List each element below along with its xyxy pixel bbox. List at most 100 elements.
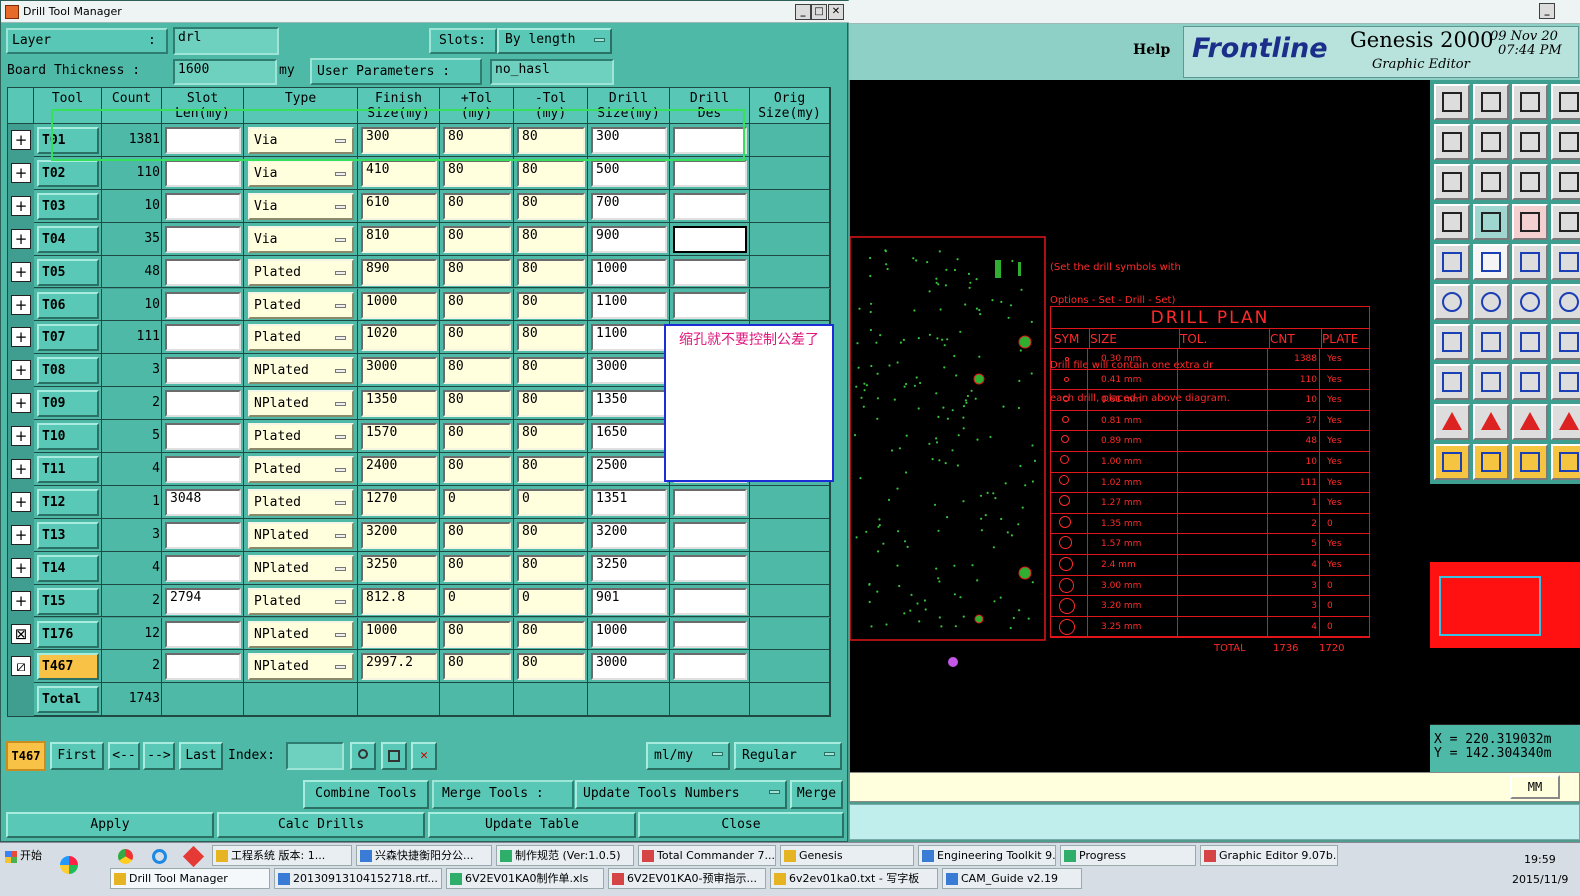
taskbar-button[interactable]: 6v2ev01ka0.txt - 写字板 — [770, 868, 938, 889]
grid-icon[interactable] — [1473, 204, 1509, 240]
plus-tol-input[interactable]: 80 — [443, 159, 511, 187]
clock-date[interactable]: 2015/11/9 — [1512, 870, 1568, 890]
chrome-icon[interactable] — [118, 849, 133, 864]
panel-icon[interactable] — [1551, 84, 1580, 120]
minus-tol-input[interactable]: 80 — [517, 159, 585, 187]
point-icon[interactable] — [1434, 364, 1470, 400]
minus-tol-input[interactable]: 80 — [517, 192, 585, 220]
slot-length-input[interactable] — [165, 554, 241, 582]
index-input[interactable] — [286, 742, 344, 770]
tool-id-button[interactable]: T03 — [37, 192, 99, 220]
home-icon[interactable] — [1512, 84, 1548, 120]
drill-size-input[interactable]: 1350 — [591, 390, 667, 418]
wrench-icon[interactable] — [1434, 204, 1470, 240]
taskbar-button[interactable]: 工程系统 版本: 1... — [212, 845, 352, 866]
type-dropdown[interactable]: Plated — [248, 456, 354, 483]
flip-icon[interactable] — [1512, 124, 1548, 160]
type-dropdown[interactable]: Plated — [248, 324, 354, 352]
drill-des-input[interactable] — [673, 587, 747, 615]
panel-icon[interactable] — [1551, 284, 1580, 320]
quicklaunch-icon[interactable] — [60, 856, 78, 874]
finish-size-input[interactable]: 410 — [361, 159, 437, 187]
arc-icon[interactable] — [1512, 324, 1548, 360]
finish-size-input[interactable]: 3200 — [361, 521, 437, 549]
plus-tol-input[interactable]: 80 — [443, 225, 511, 253]
tool-id-button[interactable]: T11 — [37, 456, 99, 483]
drill-size-input[interactable]: 1100 — [591, 324, 667, 352]
taskbar-button[interactable]: Engineering Toolkit 9... — [918, 845, 1056, 866]
plus-tol-input[interactable]: 0 — [443, 488, 511, 516]
type-dropdown[interactable]: Plated — [248, 587, 354, 615]
expand-icon[interactable]: + — [11, 557, 31, 578]
finish-size-input[interactable]: 1000 — [361, 291, 437, 319]
drill-des-input[interactable] — [673, 159, 747, 187]
drill-size-input[interactable]: 900 — [591, 225, 667, 253]
drill-des-input[interactable] — [673, 653, 747, 681]
tool-id-button[interactable]: T02 — [37, 159, 99, 187]
minus-tol-input[interactable]: 80 — [517, 423, 585, 451]
update-table-button[interactable]: Update Table — [428, 812, 636, 838]
expand-icon[interactable]: + — [11, 360, 31, 381]
slot-length-input[interactable] — [165, 653, 241, 681]
units-dropdown[interactable]: ml/my — [646, 742, 730, 770]
grid-icon[interactable] — [381, 742, 407, 770]
finish-size-input[interactable]: 610 — [361, 192, 437, 220]
type-dropdown[interactable]: NPlated — [248, 554, 354, 582]
combine-tools-button[interactable]: Combine Tools — [303, 780, 429, 809]
slot-length-input[interactable] — [165, 159, 241, 187]
letter-a-icon[interactable] — [1473, 404, 1509, 440]
plus-tol-input[interactable]: 80 — [443, 521, 511, 549]
panel-icon[interactable] — [1551, 204, 1580, 240]
units-toggle-button[interactable]: MM — [1510, 775, 1560, 799]
drill-size-input[interactable]: 1000 — [591, 620, 667, 648]
mode-dropdown[interactable]: Regular — [734, 742, 842, 770]
minus-tol-input[interactable]: 80 — [517, 554, 585, 582]
minus-tol-input[interactable]: 80 — [517, 521, 585, 549]
expand-icon[interactable]: + — [11, 491, 31, 512]
measure-icon[interactable] — [1512, 364, 1548, 400]
last-button[interactable]: Last — [179, 742, 223, 770]
minus-tol-input[interactable]: 80 — [517, 291, 585, 319]
window-titlebar[interactable]: Drill Tool Manager _ □ ✕ — [1, 1, 849, 23]
plus-tol-input[interactable]: 80 — [443, 192, 511, 220]
slot-length-input[interactable]: 3048 — [165, 488, 241, 516]
taskbar-button[interactable]: 20130913104152718.rtf... — [274, 868, 442, 889]
slot-length-input[interactable] — [165, 456, 241, 483]
taskbar-button[interactable]: CAM_Guide v2.19 — [942, 868, 1082, 889]
tool-id-button[interactable]: T467 — [37, 653, 99, 681]
tool-id-button[interactable]: T15 — [37, 587, 99, 615]
slot-length-input[interactable] — [165, 521, 241, 549]
panel-icon[interactable] — [1551, 404, 1580, 440]
tool-id-button[interactable]: T06 — [37, 291, 99, 319]
drill-size-input[interactable]: 500 — [591, 159, 667, 187]
taskbar-button[interactable]: Drill Tool Manager — [110, 868, 270, 889]
slot-length-input[interactable] — [165, 291, 241, 319]
finish-size-input[interactable]: 1350 — [361, 390, 437, 418]
drill-size-input[interactable]: 1650 — [591, 423, 667, 451]
expand-icon[interactable]: + — [11, 228, 31, 249]
finish-size-input[interactable]: 3250 — [361, 554, 437, 582]
taskbar-button[interactable]: Graphic Editor 9.07b... — [1200, 845, 1338, 866]
finish-size-input[interactable]: 3000 — [361, 357, 437, 385]
type-dropdown[interactable]: Plated — [248, 423, 354, 451]
drill-size-input[interactable]: 3250 — [591, 554, 667, 582]
expand-icon[interactable]: + — [11, 261, 31, 282]
minus-tol-input[interactable]: 80 — [517, 390, 585, 418]
taskbar-button[interactable]: 兴森快捷衡阳分公... — [356, 845, 492, 866]
search-icon[interactable] — [350, 742, 376, 770]
taskbar-button[interactable]: Total Commander 7.... — [638, 845, 776, 866]
plus-tol-input[interactable]: 80 — [443, 554, 511, 582]
move-right-icon[interactable] — [1473, 124, 1509, 160]
first-button[interactable]: First — [50, 742, 104, 770]
type-dropdown[interactable]: Plated — [248, 488, 354, 516]
plus-tol-input[interactable]: 80 — [443, 324, 511, 352]
merge-button[interactable]: Merge — [790, 780, 843, 809]
panel-icon[interactable] — [1551, 244, 1580, 280]
drill-des-input[interactable] — [673, 192, 747, 220]
slot-length-input[interactable]: 2794 — [165, 587, 241, 615]
minus-tol-input[interactable]: 80 — [517, 324, 585, 352]
panel-icon[interactable] — [1551, 364, 1580, 400]
type-dropdown[interactable]: Plated — [248, 291, 354, 319]
minus-tol-input[interactable]: 0 — [517, 488, 585, 516]
expand-icon[interactable]: + — [11, 590, 31, 611]
